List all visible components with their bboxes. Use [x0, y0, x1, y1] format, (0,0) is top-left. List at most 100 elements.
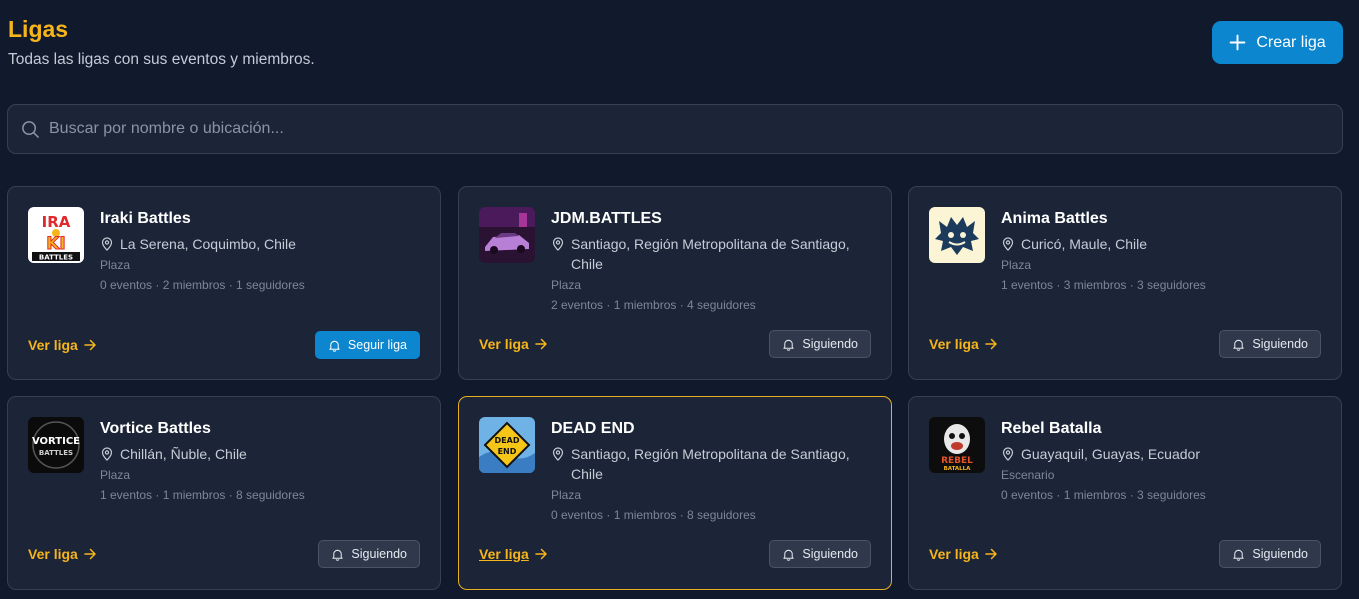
logo-text: DEAD: [495, 436, 520, 445]
league-name: Anima Battles: [1001, 210, 1108, 227]
league-location: Guayaquil, Guayas, Ecuador: [1001, 444, 1321, 464]
search-icon: [22, 120, 39, 138]
league-card-dead-end: DEAD END DEAD END Santiago, Región Metro…: [458, 396, 892, 590]
following-button[interactable]: Siguiendo: [769, 540, 871, 568]
league-location: Santiago, Región Metropolitana de Santia…: [551, 234, 871, 274]
following-button[interactable]: Siguiendo: [318, 540, 420, 568]
location-pin-icon: [552, 447, 564, 461]
league-location: Curicó, Maule, Chile: [1001, 234, 1321, 254]
league-stats: 0 eventos · 1 miembros · 8 seguidores: [551, 508, 756, 522]
following-button[interactable]: Siguiendo: [769, 330, 871, 358]
view-league-link[interactable]: Ver liga: [479, 546, 547, 562]
league-name: Vortice Battles: [100, 420, 211, 437]
league-card-rebel: REBEL BATALLA Rebel Batalla Guayaquil, G…: [908, 396, 1342, 590]
location-pin-icon: [101, 237, 113, 251]
logo-text: BATTLES: [39, 449, 73, 457]
league-place: Plaza: [551, 278, 582, 292]
league-place: Plaza: [100, 258, 131, 272]
plus-icon: [1229, 34, 1246, 51]
following-label: Siguiendo: [1252, 547, 1308, 561]
bell-icon: [783, 549, 795, 561]
league-card-jdm: JDM.BATTLES Santiago, Región Metropolita…: [458, 186, 892, 380]
league-location: Chillán, Ñuble, Chile: [100, 444, 420, 464]
rebel-batalla-logo[interactable]: REBEL BATALLA: [929, 417, 985, 473]
league-card-anima: Anima Battles Curicó, Maule, Chile Plaza…: [908, 186, 1342, 380]
league-location: La Serena, Coquimbo, Chile: [100, 234, 420, 254]
iraki-battles-logo[interactable]: IRA KI BATTLES: [28, 207, 84, 263]
league-name: Iraki Battles: [100, 210, 191, 227]
location-pin-icon: [1002, 447, 1014, 461]
logo-text: BATTLES: [39, 254, 73, 262]
page-title: Ligas: [8, 16, 69, 42]
location-text: Santiago, Región Metropolitana de Santia…: [571, 446, 850, 482]
create-league-button[interactable]: Crear liga: [1212, 21, 1343, 64]
bell-icon: [329, 340, 340, 352]
league-stats: 2 eventos · 1 miembros · 4 seguidores: [551, 298, 756, 312]
create-league-label: Crear liga: [1256, 33, 1326, 51]
following-label: Siguiendo: [1252, 337, 1308, 351]
bell-icon: [1233, 549, 1245, 561]
search-input[interactable]: [49, 105, 1342, 153]
league-place: Plaza: [100, 468, 131, 482]
view-league-link[interactable]: Ver liga: [28, 337, 96, 353]
following-label: Siguiendo: [351, 547, 407, 561]
page-subtitle: Todas las ligas con sus eventos y miembr…: [8, 51, 315, 68]
location-pin-icon: [1002, 237, 1014, 251]
jdm-battles-logo[interactable]: [479, 207, 535, 263]
league-stats: 1 eventos · 3 miembros · 3 seguidores: [1001, 278, 1206, 292]
location-pin-icon: [552, 237, 564, 251]
location-text: Chillán, Ñuble, Chile: [120, 446, 247, 462]
league-stats: 1 eventos · 1 miembros · 8 seguidores: [100, 488, 305, 502]
following-button[interactable]: Siguiendo: [1219, 330, 1321, 358]
location-text: Guayaquil, Guayas, Ecuador: [1021, 446, 1200, 462]
view-league-label: Ver liga: [479, 546, 529, 562]
league-name: DEAD END: [551, 420, 635, 437]
anima-battles-logo[interactable]: [929, 207, 985, 263]
arrow-right-icon: [985, 338, 997, 350]
view-league-label: Ver liga: [929, 546, 979, 562]
arrow-right-icon: [985, 548, 997, 560]
search-bar: [7, 104, 1343, 154]
logo-text: KI: [46, 234, 66, 254]
bell-icon: [1233, 339, 1245, 351]
logo-text: IRA: [42, 213, 71, 231]
view-league-label: Ver liga: [929, 336, 979, 352]
arrow-right-icon: [84, 548, 96, 560]
view-league-link[interactable]: Ver liga: [28, 546, 96, 562]
bell-icon: [783, 339, 795, 351]
location-pin-icon: [101, 447, 113, 461]
league-place: Plaza: [1001, 258, 1032, 272]
view-league-label: Ver liga: [28, 337, 78, 353]
league-card-vortice: VORTICE BATTLES Vortice Battles Chillán,…: [7, 396, 441, 590]
bell-icon: [332, 549, 344, 561]
location-text: Santiago, Región Metropolitana de Santia…: [571, 236, 850, 272]
leagues-page: Ligas Todas las ligas con sus eventos y …: [0, 0, 1359, 599]
arrow-right-icon: [535, 548, 547, 560]
league-stats: 0 eventos · 1 miembros · 3 seguidores: [1001, 488, 1206, 502]
logo-text: END: [498, 447, 517, 456]
league-card-iraki: IRA KI BATTLES Iraki Battles La Serena, …: [7, 186, 441, 380]
logo-text: VORTICE: [32, 436, 80, 447]
logo-text: REBEL: [941, 456, 973, 466]
view-league-label: Ver liga: [28, 546, 78, 562]
league-name: Rebel Batalla: [1001, 420, 1102, 437]
following-button[interactable]: Siguiendo: [1219, 540, 1321, 568]
logo-text: BATALLA: [944, 466, 972, 472]
follow-league-button[interactable]: Seguir liga: [314, 331, 420, 359]
arrow-right-icon: [84, 339, 96, 351]
league-location: Santiago, Región Metropolitana de Santia…: [551, 444, 871, 484]
view-league-link[interactable]: Ver liga: [929, 546, 997, 562]
view-league-label: Ver liga: [479, 336, 529, 352]
location-text: Curicó, Maule, Chile: [1021, 236, 1148, 252]
dead-end-logo[interactable]: DEAD END: [479, 417, 535, 473]
view-league-link[interactable]: Ver liga: [929, 336, 997, 352]
follow-label: Seguir liga: [347, 338, 407, 352]
view-league-link[interactable]: Ver liga: [479, 336, 547, 352]
league-place: Escenario: [1001, 468, 1055, 482]
following-label: Siguiendo: [802, 547, 858, 561]
league-stats: 0 eventos · 2 miembros · 1 seguidores: [100, 278, 305, 292]
vortice-battles-logo[interactable]: VORTICE BATTLES: [28, 417, 84, 473]
location-text: La Serena, Coquimbo, Chile: [120, 236, 296, 252]
following-label: Siguiendo: [802, 337, 858, 351]
arrow-right-icon: [535, 338, 547, 350]
